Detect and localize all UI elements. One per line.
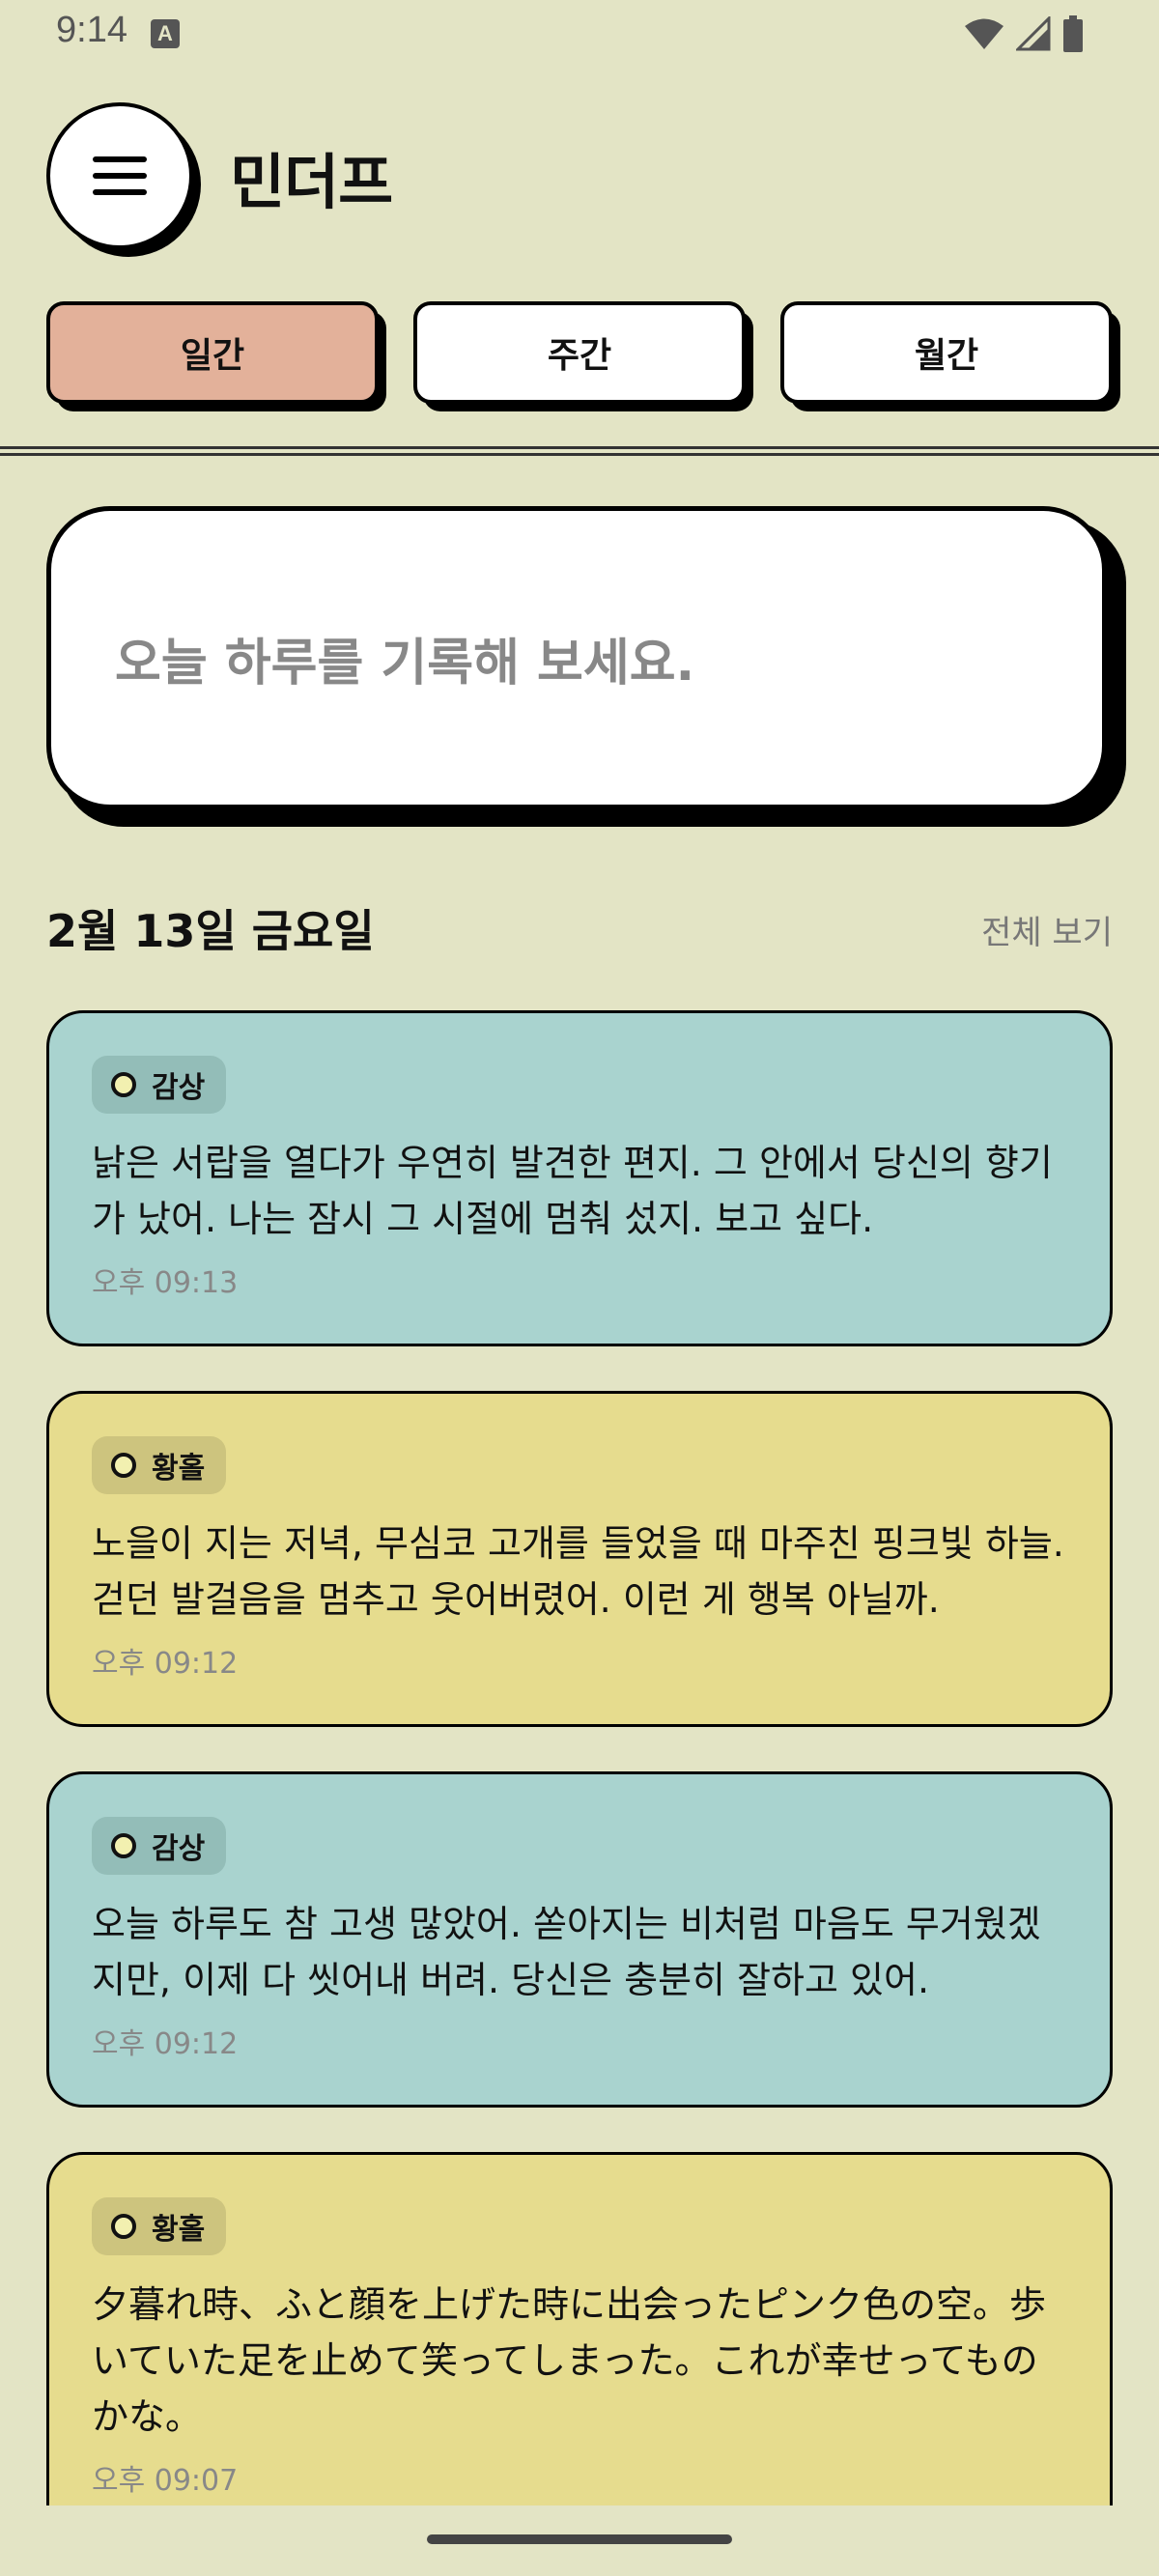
record-input[interactable]: 오늘 하루를 기록해 보세요. bbox=[46, 506, 1107, 809]
entry-card[interactable]: 황홀 노을이 지는 저녁, 무심코 고개를 들었을 때 마주친 핑크빛 하늘. … bbox=[46, 1391, 1113, 1727]
entry-card[interactable]: 황홀 夕暮れ時、ふと顔を上げた時に出会ったピンク色の空。歩いていた足を止めて笑っ… bbox=[46, 2152, 1113, 2505]
app-title: 민더프 bbox=[230, 147, 393, 217]
entry-time: 오후 09:07 bbox=[92, 2464, 239, 2498]
tab-daily-label: 일간 bbox=[46, 301, 379, 404]
emotion-tag-label: 감상 bbox=[152, 1832, 206, 1866]
menu-button[interactable] bbox=[46, 102, 193, 249]
circle-icon bbox=[111, 1072, 136, 1097]
entry-text: 夕暮れ時、ふと顔を上げた時に出会ったピンク色の空。歩いていた足を止めて笑ってしま… bbox=[92, 2283, 1047, 2438]
signal-icon bbox=[1016, 16, 1051, 51]
circle-icon bbox=[111, 2214, 136, 2239]
menu-button-wrap bbox=[46, 102, 201, 257]
entry-time: 오후 09:13 bbox=[92, 1266, 239, 1300]
status-bar: 9:14 A bbox=[0, 0, 1159, 68]
emotion-tag: 황홀 bbox=[92, 2197, 227, 2255]
emotion-tag: 감상 bbox=[92, 1817, 227, 1875]
header-divider bbox=[0, 446, 1159, 456]
entry-time: 오후 09:12 bbox=[92, 1647, 239, 1681]
tab-monthly-label: 월간 bbox=[780, 301, 1113, 404]
entry-text: 오늘 하루도 참 고생 많았어. 쏟아지는 비처럼 마음도 무거웠겠지만, 이제… bbox=[92, 1903, 1041, 2001]
entry-text: 노을이 지는 저녁, 무심코 고개를 들었을 때 마주친 핑크빛 하늘. 걷던 … bbox=[92, 1522, 1064, 1621]
entry-list: 감상 낡은 서랍을 열다가 우연히 발견한 편지. 그 안에서 당신의 향기가 … bbox=[46, 1010, 1113, 2505]
battery-icon bbox=[1063, 15, 1083, 52]
tab-weekly-label: 주간 bbox=[413, 301, 746, 404]
circle-icon bbox=[111, 1833, 136, 1858]
record-input-wrap: 오늘 하루를 기록해 보세요. bbox=[46, 506, 1126, 827]
circle-icon bbox=[111, 1453, 136, 1478]
tab-daily[interactable]: 일간 bbox=[46, 301, 386, 411]
emotion-tag-label: 감상 bbox=[152, 1071, 206, 1105]
section-date: 2월 13일 금요일 bbox=[46, 905, 375, 957]
wifi-icon bbox=[965, 18, 1004, 49]
emotion-tag: 황홀 bbox=[92, 1436, 227, 1494]
home-indicator[interactable] bbox=[427, 2534, 732, 2544]
notification-badge-icon: A bbox=[151, 19, 180, 48]
status-icons bbox=[964, 15, 1084, 52]
status-time: 9:14 bbox=[56, 10, 127, 50]
hamburger-menu-icon bbox=[93, 156, 147, 195]
entry-time: 오후 09:12 bbox=[92, 2027, 239, 2061]
entry-card[interactable]: 감상 낡은 서랍을 열다가 우연히 발견한 편지. 그 안에서 당신의 향기가 … bbox=[46, 1010, 1113, 1346]
emotion-tag: 감상 bbox=[92, 1056, 227, 1114]
emotion-tag-label: 황홀 bbox=[152, 2213, 206, 2247]
tab-weekly[interactable]: 주간 bbox=[413, 301, 753, 411]
emotion-tag-label: 황홀 bbox=[152, 1452, 206, 1486]
entry-text: 낡은 서랍을 열다가 우연히 발견한 편지. 그 안에서 당신의 향기가 났어.… bbox=[92, 1142, 1053, 1240]
entry-card[interactable]: 감상 오늘 하루도 참 고생 많았어. 쏟아지는 비처럼 마음도 무거웠겠지만,… bbox=[46, 1771, 1113, 2108]
tab-monthly[interactable]: 월간 bbox=[780, 301, 1120, 411]
view-all-link[interactable]: 전체 보기 bbox=[981, 906, 1113, 953]
